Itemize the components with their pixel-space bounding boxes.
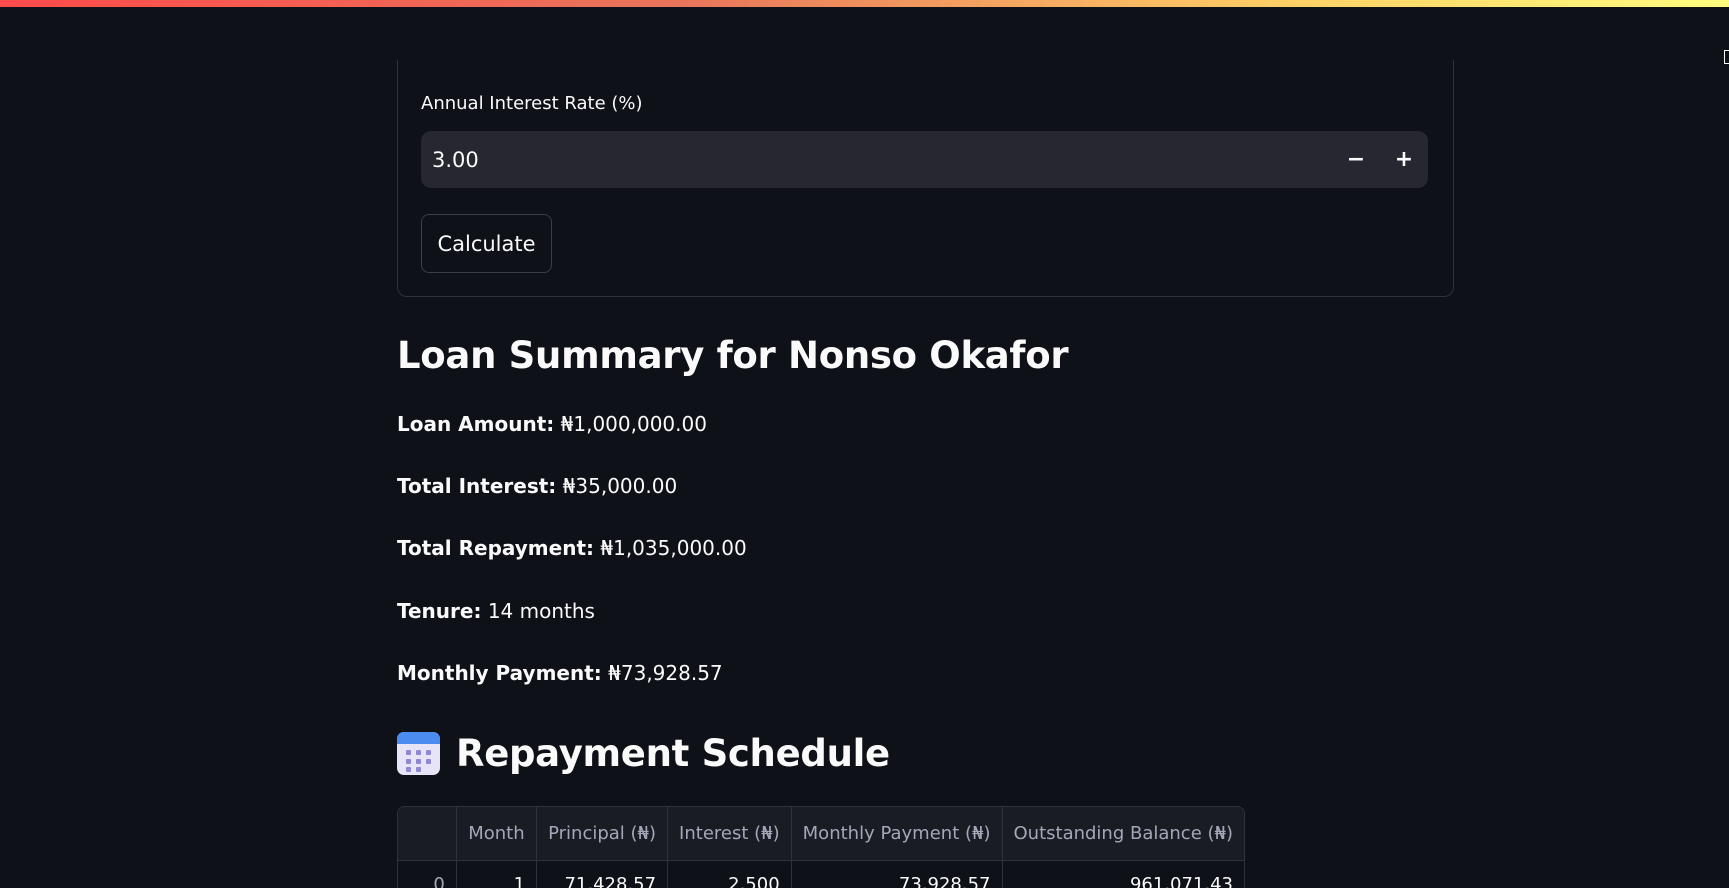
status-widget-icon[interactable] — [1724, 50, 1729, 64]
column-header-principal[interactable]: Principal (₦) — [536, 807, 669, 861]
summary-tenure: Tenure: 14 months — [397, 599, 595, 623]
top-decoration-bar — [0, 0, 1729, 7]
app-page: Annual Interest Rate (%) 3.00 − + Calcul… — [0, 0, 1729, 888]
loan-form-card: Annual Interest Rate (%) 3.00 − + Calcul… — [397, 60, 1454, 297]
schedule-table[interactable]: Month Principal (₦) Interest (₦) Monthly… — [397, 806, 1245, 888]
summary-value: ₦73,928.57 — [608, 661, 723, 685]
table-cell[interactable]: 0 — [398, 860, 457, 888]
column-header-interest[interactable]: Interest (₦) — [667, 807, 792, 861]
summary-label: Loan Amount: — [397, 412, 555, 436]
summary-label: Total Repayment: — [397, 536, 595, 560]
table-cell[interactable]: 71,428.57 — [536, 860, 669, 888]
summary-label: Monthly Payment: — [397, 661, 602, 685]
column-header-index[interactable] — [398, 807, 457, 861]
summary-loan-amount: Loan Amount: ₦1,000,000.00 — [397, 412, 707, 436]
table-cell[interactable]: 1 — [456, 860, 538, 888]
summary-total-interest: Total Interest: ₦35,000.00 — [397, 474, 677, 498]
summary-value: 14 months — [487, 599, 595, 623]
column-header-monthly-payment[interactable]: Monthly Payment (₦) — [791, 807, 1003, 861]
calculate-button[interactable]: Calculate — [421, 214, 552, 273]
column-header-month[interactable]: Month — [456, 807, 538, 861]
table-cell[interactable]: 961,071.43 — [1002, 860, 1244, 888]
calendar-icon — [397, 732, 440, 775]
column-header-outstanding-balance[interactable]: Outstanding Balance (₦) — [1002, 807, 1244, 861]
summary-monthly-payment: Monthly Payment: ₦73,928.57 — [397, 661, 723, 685]
table-header-row: Month Principal (₦) Interest (₦) Monthly… — [398, 807, 1244, 861]
summary-title: Loan Summary for Nonso Okafor — [397, 334, 1069, 377]
interest-rate-label: Annual Interest Rate (%) — [421, 93, 643, 114]
table-cell[interactable]: 2,500 — [667, 860, 792, 888]
interest-rate-value[interactable]: 3.00 — [421, 131, 1332, 188]
summary-value: ₦1,000,000.00 — [560, 412, 707, 436]
summary-value: ₦1,035,000.00 — [600, 536, 747, 560]
summary-total-repayment: Total Repayment: ₦1,035,000.00 — [397, 536, 747, 560]
interest-rate-input[interactable]: 3.00 − + — [421, 131, 1428, 188]
summary-label: Tenure: — [397, 599, 482, 623]
summary-value: ₦35,000.00 — [562, 474, 678, 498]
decrement-button[interactable]: − — [1332, 131, 1380, 188]
schedule-header: Repayment Schedule — [397, 732, 890, 775]
increment-button[interactable]: + — [1380, 131, 1428, 188]
schedule-title: Repayment Schedule — [456, 732, 890, 775]
table-row: 0 1 71,428.57 2,500 73,928.57 961,071.43 — [398, 860, 1244, 888]
summary-label: Total Interest: — [397, 474, 557, 498]
table-cell[interactable]: 73,928.57 — [791, 860, 1003, 888]
